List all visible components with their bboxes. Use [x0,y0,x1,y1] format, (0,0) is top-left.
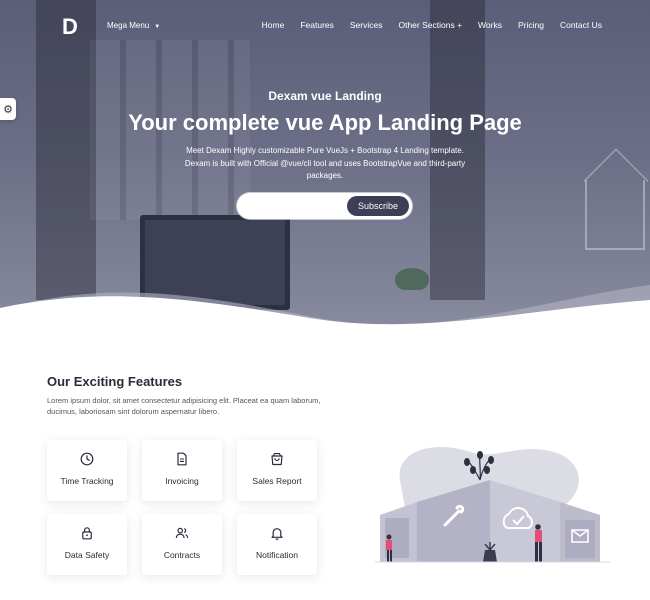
features-illustration [375,447,610,563]
feature-card-invoicing[interactable]: Invoicing [142,440,222,501]
nav-link-other-sections[interactable]: Other Sections + [398,20,462,30]
nav-link-home[interactable]: Home [262,20,285,30]
feature-label: Invoicing [165,476,199,486]
clock-icon [47,452,127,468]
features-description: Lorem ipsum dolor, sit amet consectetur … [47,396,321,416]
mega-menu-dropdown[interactable]: Mega Menu ▼ [107,21,160,30]
nav-link-features[interactable]: Features [300,20,334,30]
features-title: Our Exciting Features [47,374,183,389]
users-icon [142,526,222,542]
feature-label: Time Tracking [60,476,114,486]
subscribe-button[interactable]: Subscribe [347,196,409,216]
shopping-bag-icon [237,452,317,468]
nav-link-pricing[interactable]: Pricing [518,20,544,30]
feature-card-contracts[interactable]: Contracts [142,514,222,575]
feature-label: Sales Report [252,476,302,486]
background-column [36,0,96,300]
nav-link-services[interactable]: Services [350,20,383,30]
subscribe-form: Subscribe [237,193,412,219]
feature-label: Contracts [163,550,201,560]
feature-label: Data Safety [64,550,110,560]
document-icon [142,452,222,468]
bell-icon [237,526,317,542]
background-house-frame [585,180,645,250]
nav-link-works[interactable]: Works [478,20,502,30]
logo[interactable]: D [62,14,78,40]
lock-icon [47,526,127,542]
feature-card-data-safety[interactable]: Data Safety [47,514,127,575]
hero-description: Meet Dexam Highly customizable Pure VueJ… [184,146,466,180]
mega-menu-label: Mega Menu [107,21,150,30]
main-nav: Home Features Services Other Sections + … [246,20,602,30]
hero-title: Your complete vue App Landing Page [128,110,522,135]
feature-card-time-tracking[interactable]: Time Tracking [47,440,127,501]
feature-label: Notification [255,550,299,560]
subscribe-email-input[interactable] [247,199,342,215]
hero-subtitle: Dexam vue Landing [268,89,382,103]
hero-wave [0,285,650,340]
feature-card-sales-report[interactable]: Sales Report [237,440,317,501]
nav-link-contact-us[interactable]: Contact Us [560,20,602,30]
feature-card-notification[interactable]: Notification [237,514,317,575]
caret-down-icon: ▼ [154,24,161,30]
